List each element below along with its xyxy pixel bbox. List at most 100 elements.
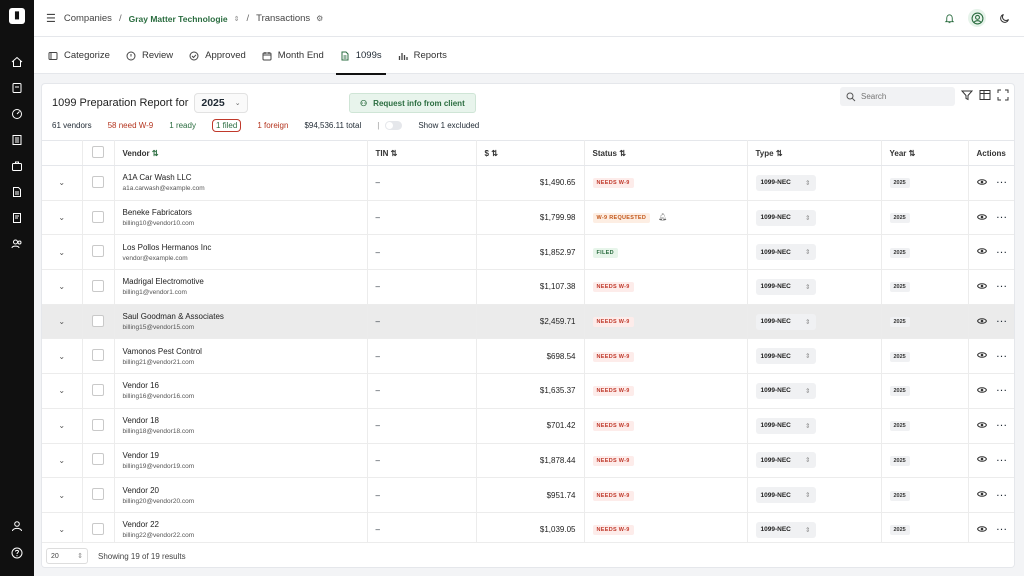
- table-row[interactable]: ⌄ Madrigal Electromotive billing1@vendor1.…: [42, 269, 1014, 305]
- row-checkbox[interactable]: [92, 453, 104, 466]
- vendor-name[interactable]: Vendor 22: [123, 520, 359, 529]
- type-select[interactable]: 1099-NEC ⇕: [755, 452, 816, 469]
- row-checkbox[interactable]: [92, 279, 104, 292]
- breadcrumb-companies[interactable]: Companies: [64, 13, 112, 24]
- tin-column-header[interactable]: TIN ⇅: [367, 140, 477, 166]
- home-icon[interactable]: [11, 56, 23, 68]
- bell-icon[interactable]: 🔔︎: [658, 214, 667, 221]
- tab-review[interactable]: Review: [118, 37, 181, 74]
- row-checkbox[interactable]: [92, 418, 104, 431]
- more-options-icon[interactable]: ···: [997, 421, 1008, 430]
- more-options-icon[interactable]: ···: [997, 456, 1008, 465]
- request-info-button[interactable]: ⚇ Request info from client: [349, 93, 476, 113]
- need-w9-filter[interactable]: 58 need W-9: [108, 121, 154, 130]
- chevron-down-icon[interactable]: ⌄: [58, 386, 65, 395]
- table-row[interactable]: ⌄ Vendor 16 billing16@vendor16.com – $1,635.…: [42, 373, 1014, 409]
- ready-filter[interactable]: 1 ready: [169, 121, 196, 130]
- chevron-down-icon[interactable]: ⌄: [58, 317, 65, 326]
- eye-icon[interactable]: [976, 386, 987, 396]
- type-select[interactable]: 1099-NEC ⇕: [755, 313, 816, 330]
- row-checkbox[interactable]: [92, 314, 104, 327]
- briefcase-icon[interactable]: [11, 160, 23, 172]
- chevron-down-icon[interactable]: ⌄: [58, 178, 65, 187]
- year-selector[interactable]: 2025 ⌄: [194, 93, 248, 113]
- eye-icon[interactable]: [976, 317, 987, 327]
- more-options-icon[interactable]: ···: [997, 491, 1008, 500]
- vendor-name[interactable]: A1A Car Wash LLC: [123, 173, 359, 182]
- eye-icon[interactable]: [976, 178, 987, 188]
- report-icon[interactable]: [11, 212, 23, 224]
- table-row[interactable]: ⌄ Vamonos Pest Control billing21@vendor21.…: [42, 338, 1014, 375]
- row-checkbox[interactable]: [92, 522, 104, 535]
- table-row[interactable]: ⌄ Vendor 19 billing19@vendor19.com – $1,878.…: [42, 443, 1014, 479]
- document-icon[interactable]: [11, 186, 23, 198]
- vendor-name[interactable]: Saul Goodman & Associates: [123, 312, 359, 321]
- vendor-name[interactable]: Vamonos Pest Control: [123, 347, 359, 356]
- table-row[interactable]: ⌄ Vendor 18 billing18@vendor18.com – $701.42…: [42, 408, 1014, 444]
- vendor-name[interactable]: Vendor 18: [123, 416, 359, 425]
- eye-icon[interactable]: [976, 282, 987, 292]
- eye-icon[interactable]: [976, 455, 987, 465]
- tab-categorize[interactable]: Categorize: [40, 37, 118, 74]
- eye-icon[interactable]: [976, 525, 987, 535]
- table-row[interactable]: ⌄ Beneke Fabricators billing10@vendor10.co…: [42, 200, 1014, 236]
- more-options-icon[interactable]: ···: [997, 248, 1008, 257]
- vendor-name[interactable]: Vendor 20: [123, 486, 359, 495]
- breadcrumb-transactions[interactable]: Transactions: [256, 13, 310, 24]
- more-options-icon[interactable]: ···: [997, 317, 1008, 326]
- row-checkbox[interactable]: [92, 383, 104, 396]
- eye-icon[interactable]: [976, 213, 987, 223]
- vendor-name[interactable]: Vendor 16: [123, 381, 359, 390]
- more-options-icon[interactable]: ···: [997, 282, 1008, 291]
- vendor-name[interactable]: Madrigal Electromotive: [123, 277, 359, 286]
- vendor-name[interactable]: Beneke Fabricators: [123, 208, 359, 217]
- type-select[interactable]: 1099-NEC ⇕: [755, 244, 816, 261]
- help-icon[interactable]: [11, 547, 23, 559]
- select-all-checkbox[interactable]: [92, 146, 104, 158]
- type-select[interactable]: 1099-NEC ⇕: [755, 521, 816, 538]
- chevron-down-icon[interactable]: ⌄: [58, 525, 65, 534]
- eye-icon[interactable]: [976, 421, 987, 431]
- show-excluded-toggle[interactable]: [385, 121, 403, 130]
- eye-icon[interactable]: [976, 247, 987, 257]
- tab-1099s[interactable]: 1099s: [332, 37, 390, 75]
- fullscreen-icon[interactable]: [997, 89, 1009, 101]
- type-column-header[interactable]: Type ⇅: [747, 140, 882, 166]
- type-select[interactable]: 1099-NEC ⇕: [755, 487, 816, 504]
- status-column-header[interactable]: Status ⇅: [584, 140, 748, 166]
- filed-filter[interactable]: 1 filed: [211, 119, 242, 132]
- table-row[interactable]: ⌄ Los Pollos Hermanos Inc vendor@example.c…: [42, 234, 1014, 271]
- vendor-name[interactable]: Los Pollos Hermanos Inc: [123, 243, 359, 252]
- type-select[interactable]: 1099-NEC ⇕: [755, 209, 816, 226]
- company-selector[interactable]: Gray Matter Technologie: [129, 14, 228, 24]
- dark-mode-icon[interactable]: [996, 9, 1014, 27]
- year-column-header[interactable]: Year ⇅: [881, 140, 969, 166]
- type-select[interactable]: 1099-NEC ⇕: [755, 348, 816, 365]
- row-checkbox[interactable]: [92, 210, 104, 223]
- inbox-icon[interactable]: [11, 82, 23, 94]
- gauge-icon[interactable]: [11, 108, 23, 120]
- vendor-column-header[interactable]: Vendor ⇅: [114, 140, 368, 166]
- vendor-name[interactable]: Vendor 19: [123, 451, 359, 460]
- filter-icon[interactable]: [961, 89, 973, 101]
- more-options-icon[interactable]: ···: [997, 352, 1008, 361]
- more-options-icon[interactable]: ···: [997, 213, 1008, 222]
- type-select[interactable]: 1099-NEC ⇕: [755, 417, 816, 434]
- amount-column-header[interactable]: $ ⇅: [476, 140, 585, 166]
- tab-approved[interactable]: Approved: [181, 37, 254, 74]
- more-options-icon[interactable]: ···: [997, 386, 1008, 395]
- chevron-updown-icon[interactable]: ⇕: [234, 15, 240, 23]
- settings-icon[interactable]: ⚙: [316, 14, 323, 23]
- row-checkbox[interactable]: [92, 175, 104, 188]
- chevron-down-icon[interactable]: ⌄: [58, 491, 65, 500]
- more-options-icon[interactable]: ···: [997, 525, 1008, 534]
- table-row[interactable]: ⌄ A1A Car Wash LLC a1a.carwash@example.com…: [42, 165, 1014, 201]
- type-select[interactable]: 1099-NEC ⇕: [755, 382, 816, 399]
- type-select[interactable]: 1099-NEC ⇕: [755, 174, 816, 191]
- row-checkbox[interactable]: [92, 245, 104, 258]
- user-avatar-icon[interactable]: [968, 9, 986, 27]
- chevron-down-icon[interactable]: ⌄: [58, 456, 65, 465]
- row-checkbox[interactable]: [92, 488, 104, 501]
- ledger-icon[interactable]: [11, 134, 23, 146]
- table-row[interactable]: ⌄ Saul Goodman & Associates billing15@vend…: [42, 304, 1014, 340]
